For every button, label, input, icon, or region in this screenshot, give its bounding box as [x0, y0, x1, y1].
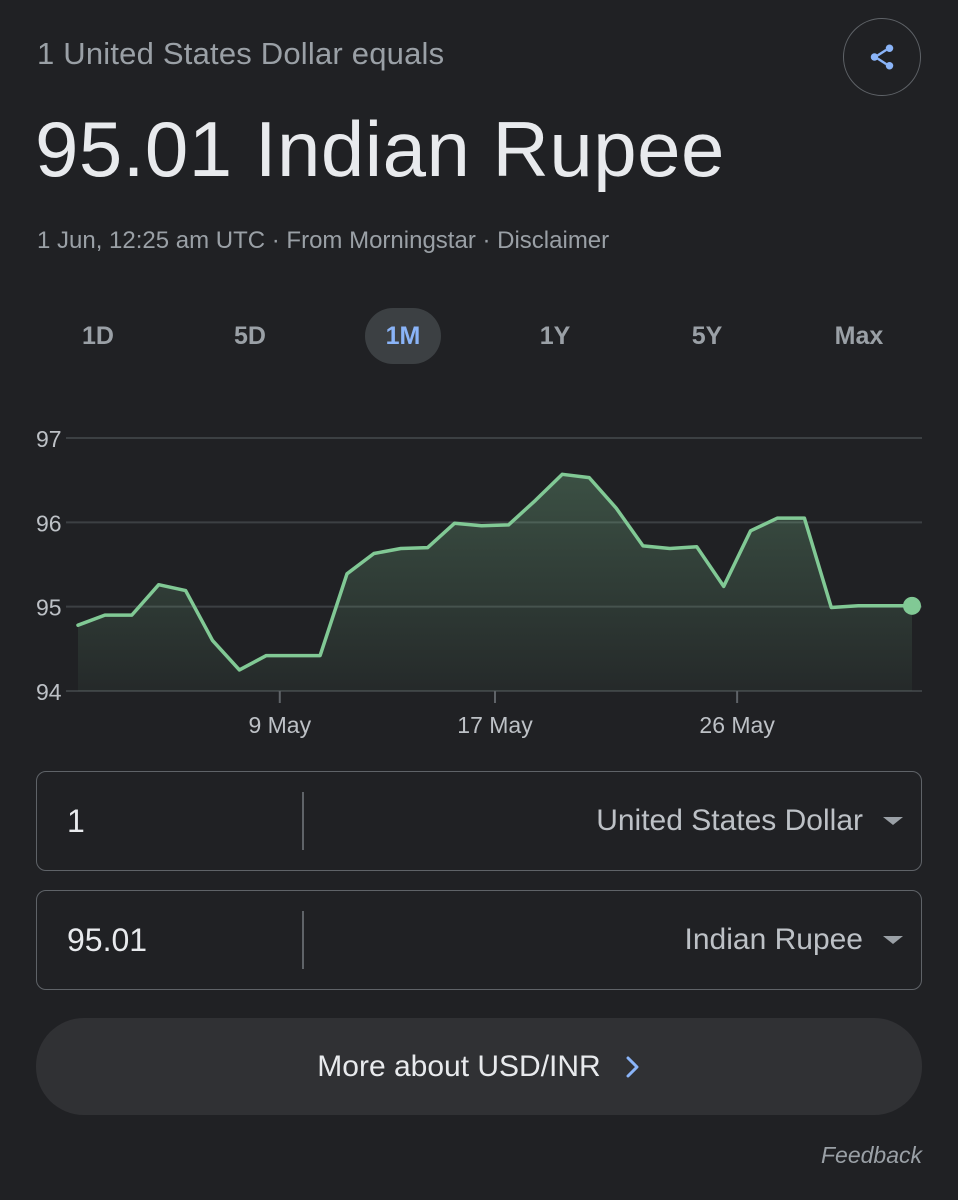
tab-label: 1M — [385, 321, 421, 350]
x-tick-label: 17 May — [457, 712, 533, 738]
y-tick-label: 95 — [36, 595, 62, 621]
tab-label: 5Y — [691, 321, 723, 350]
more-about-button[interactable]: More about USD/INR — [36, 1018, 922, 1115]
from-currency-select[interactable]: United States Dollar — [596, 772, 863, 870]
tab-label: 1D — [82, 321, 114, 350]
to-amount-input[interactable]: 95.01 — [67, 891, 147, 989]
tab-5y[interactable]: 5Y — [669, 308, 745, 364]
dropdown-arrow-icon[interactable] — [883, 817, 903, 825]
current-point-marker — [903, 596, 921, 615]
tab-label: 1Y — [539, 321, 571, 350]
exchange-rate-chart[interactable]: 97 96 95 94 9 May 17 May 26 May — [0, 400, 958, 750]
share-icon — [870, 44, 894, 70]
tab-max[interactable]: Max — [821, 308, 897, 364]
chevron-right-icon — [626, 1056, 639, 1077]
dropdown-arrow-icon[interactable] — [883, 936, 903, 944]
tab-1y[interactable]: 1Y — [517, 308, 593, 364]
exchange-rate-value: 95.01 Indian Rupee — [35, 105, 725, 193]
tab-1d[interactable]: 1D — [60, 308, 136, 364]
subtitle: 1 United States Dollar equals — [37, 36, 445, 71]
x-tick-label: 26 May — [699, 712, 775, 738]
share-button[interactable] — [843, 18, 921, 96]
y-tick-label: 94 — [36, 679, 62, 705]
from-amount-input[interactable]: 1 — [67, 772, 85, 870]
from-currency-field: 1 United States Dollar — [36, 771, 922, 871]
feedback-link[interactable]: Feedback — [821, 1142, 922, 1169]
rate-meta: 1 Jun, 12:25 am UTC · From Morningstar ·… — [37, 227, 610, 254]
to-currency-field: 95.01 Indian Rupee — [36, 890, 922, 990]
tab-5d[interactable]: 5D — [212, 308, 288, 364]
y-tick-label: 96 — [36, 510, 62, 536]
to-currency-select[interactable]: Indian Rupee — [685, 891, 863, 989]
more-about-label: More about USD/INR — [317, 1049, 601, 1083]
area-fill — [78, 474, 912, 691]
field-divider — [302, 792, 304, 850]
tab-label: 5D — [234, 321, 266, 350]
field-divider — [302, 911, 304, 969]
tab-label: Max — [834, 321, 884, 350]
tab-1m[interactable]: 1M — [365, 308, 441, 364]
y-tick-label: 97 — [36, 426, 62, 452]
range-tabs: 1D 5D 1M 1Y 5Y Max — [22, 308, 936, 364]
x-tick-label: 9 May — [248, 712, 311, 738]
